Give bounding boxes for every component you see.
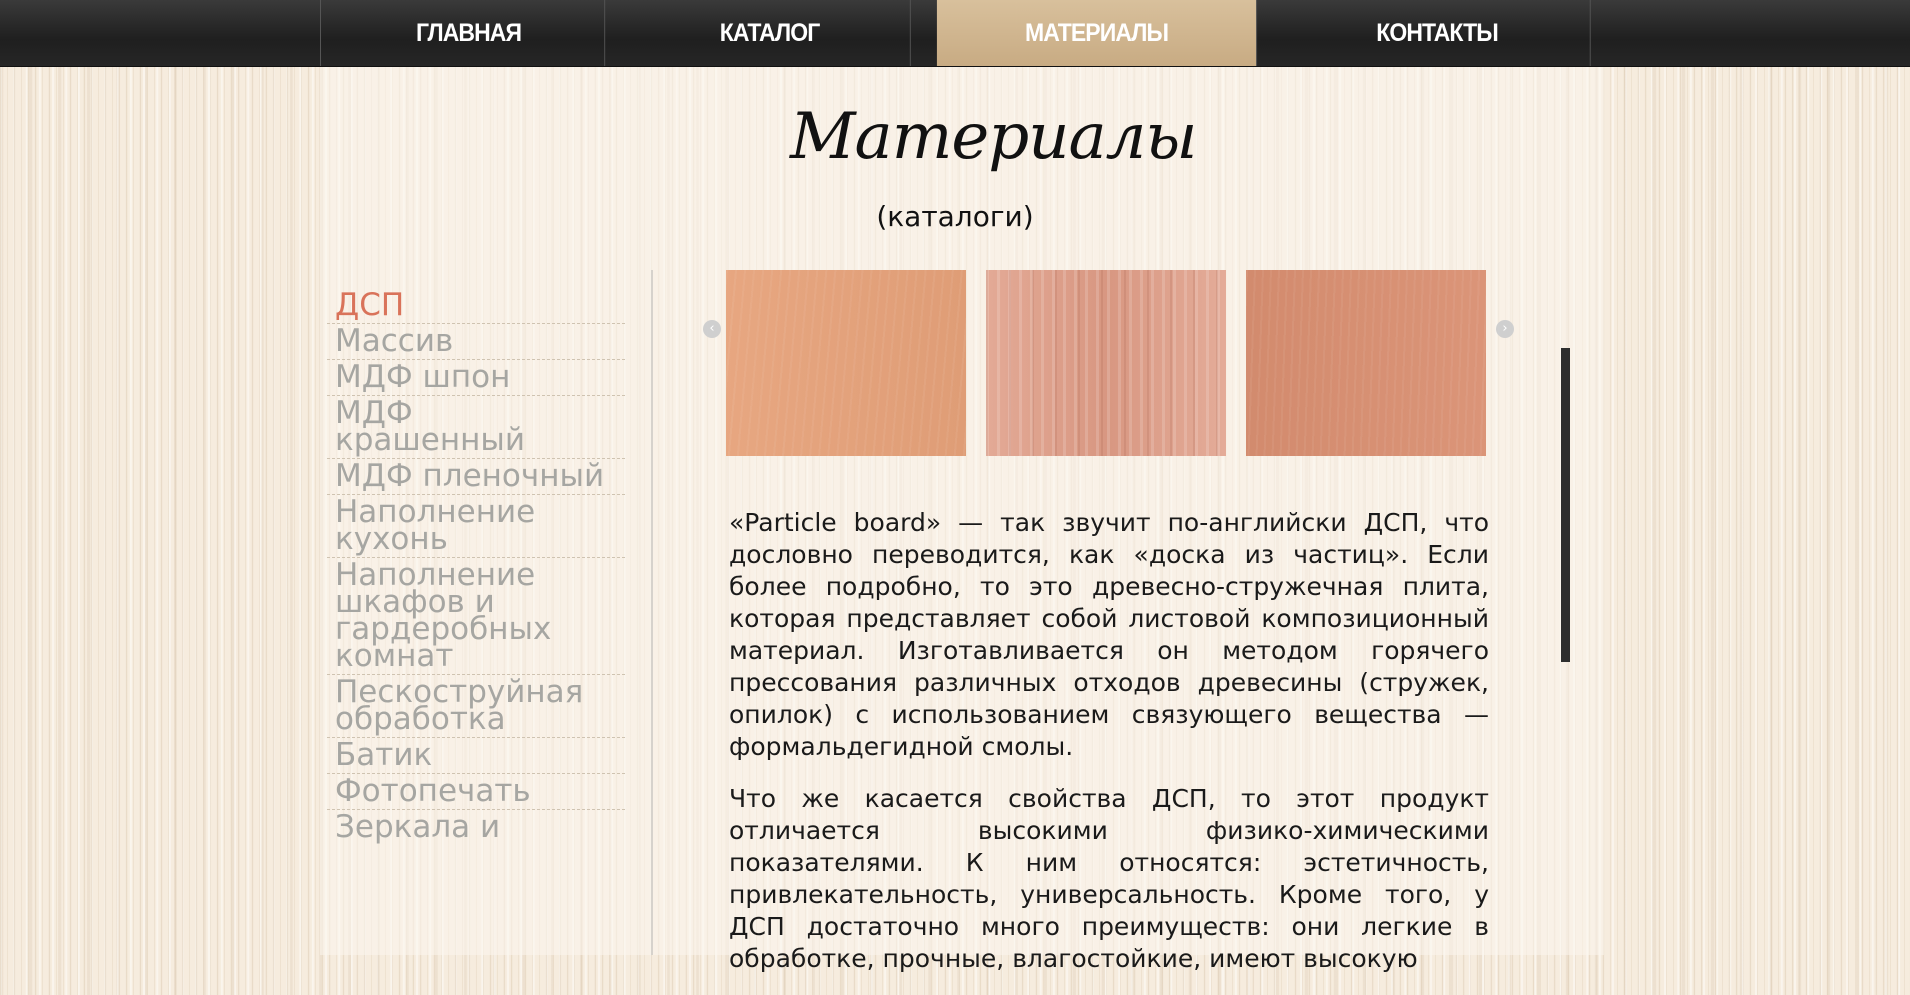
- chevron-right-icon[interactable]: ›: [1496, 320, 1514, 338]
- nav-separator: [320, 0, 321, 66]
- sidebar-item-kitchen-fill[interactable]: Наполнение кухонь: [327, 495, 625, 558]
- sidebar-item-mdf-veneer[interactable]: МДФ шпон: [327, 360, 625, 396]
- sidebar-item-massiv[interactable]: Массив: [327, 324, 625, 360]
- nav-item-catalog[interactable]: КАТАЛОГ: [629, 0, 911, 66]
- material-swatch[interactable]: [986, 270, 1226, 456]
- chevron-left-icon[interactable]: ‹: [703, 320, 721, 338]
- sidebar-item-mirrors[interactable]: Зеркала и: [327, 810, 625, 845]
- sidebar-divider: [651, 270, 653, 955]
- material-swatch[interactable]: [1246, 270, 1486, 456]
- nav-item-contacts[interactable]: КОНТАКТЫ: [1284, 0, 1591, 66]
- sidebar-item-dsp[interactable]: ДСП: [327, 288, 625, 324]
- sidebar-item-photoprint[interactable]: Фотопечать: [327, 774, 625, 810]
- article-paragraph: «Particle board» — так звучит по-английс…: [729, 508, 1489, 761]
- top-navigation: ГЛАВНАЯ КАТАЛОГ МАТЕРИАЛЫ КОНТАКТЫ: [0, 0, 1910, 67]
- sidebar-item-mdf-painted[interactable]: МДФ крашенный: [327, 396, 625, 459]
- material-swatch[interactable]: [726, 270, 966, 456]
- page-title: Материалы: [790, 100, 1197, 174]
- article-text: «Particle board» — так звучит по-английс…: [729, 507, 1489, 995]
- sidebar-item-sandblasting[interactable]: Пескоструйная обработка: [327, 675, 625, 738]
- article-paragraph: Что же касается свойства ДСП, то этот пр…: [729, 784, 1489, 973]
- sidebar-menu: ДСП Массив МДФ шпон МДФ крашенный МДФ пл…: [327, 288, 625, 845]
- page-subtitle: (каталоги): [876, 200, 1034, 233]
- sidebar-item-mdf-film[interactable]: МДФ пленочный: [327, 459, 625, 495]
- material-gallery: ‹ ›: [700, 270, 1520, 456]
- gallery-scrollbar[interactable]: [1561, 348, 1570, 662]
- sidebar-item-batik[interactable]: Батик: [327, 738, 625, 774]
- sidebar-item-wardrobe-fill[interactable]: Наполнение шкафов и гардеробных комнат: [327, 558, 625, 675]
- nav-item-materials[interactable]: МАТЕРИАЛЫ: [936, 0, 1258, 66]
- nav-item-home[interactable]: ГЛАВНАЯ: [333, 0, 606, 66]
